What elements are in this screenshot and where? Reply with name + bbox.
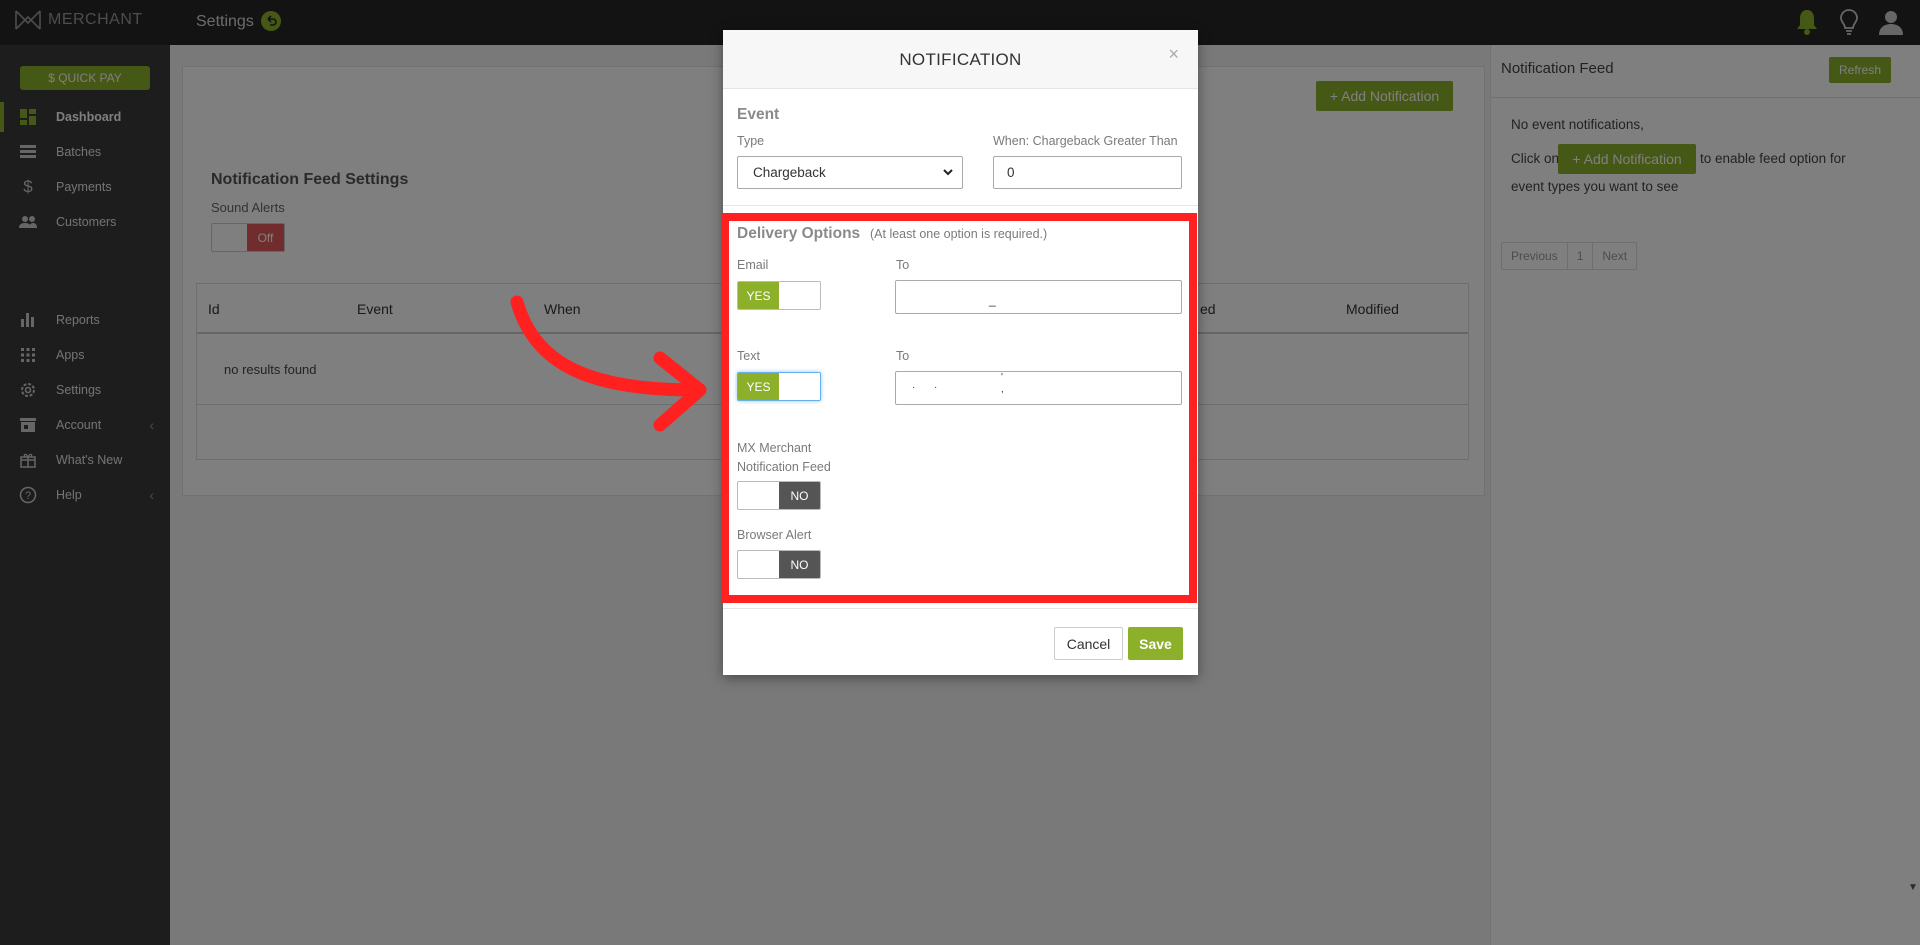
highlight-box <box>721 213 1197 603</box>
divider <box>723 608 1198 609</box>
event-section-title: Event <box>737 106 780 123</box>
save-button[interactable]: Save <box>1128 627 1183 660</box>
when-threshold-input[interactable]: 0 <box>993 156 1182 189</box>
divider <box>723 205 1198 206</box>
cancel-button[interactable]: Cancel <box>1054 627 1123 660</box>
close-icon[interactable]: × <box>1168 44 1179 65</box>
type-label: Type <box>737 134 765 148</box>
modal-title: NOTIFICATION <box>899 50 1022 69</box>
event-type-select[interactable]: Chargeback <box>737 156 963 189</box>
chevron-down-icon <box>943 169 953 176</box>
event-type-value: Chargeback <box>753 165 826 180</box>
annotation-arrow-icon <box>510 295 707 432</box>
when-label: When: Chargeback Greater Than <box>993 134 1178 148</box>
modal-header: NOTIFICATION × <box>723 30 1198 89</box>
when-threshold-value: 0 <box>1007 165 1015 180</box>
